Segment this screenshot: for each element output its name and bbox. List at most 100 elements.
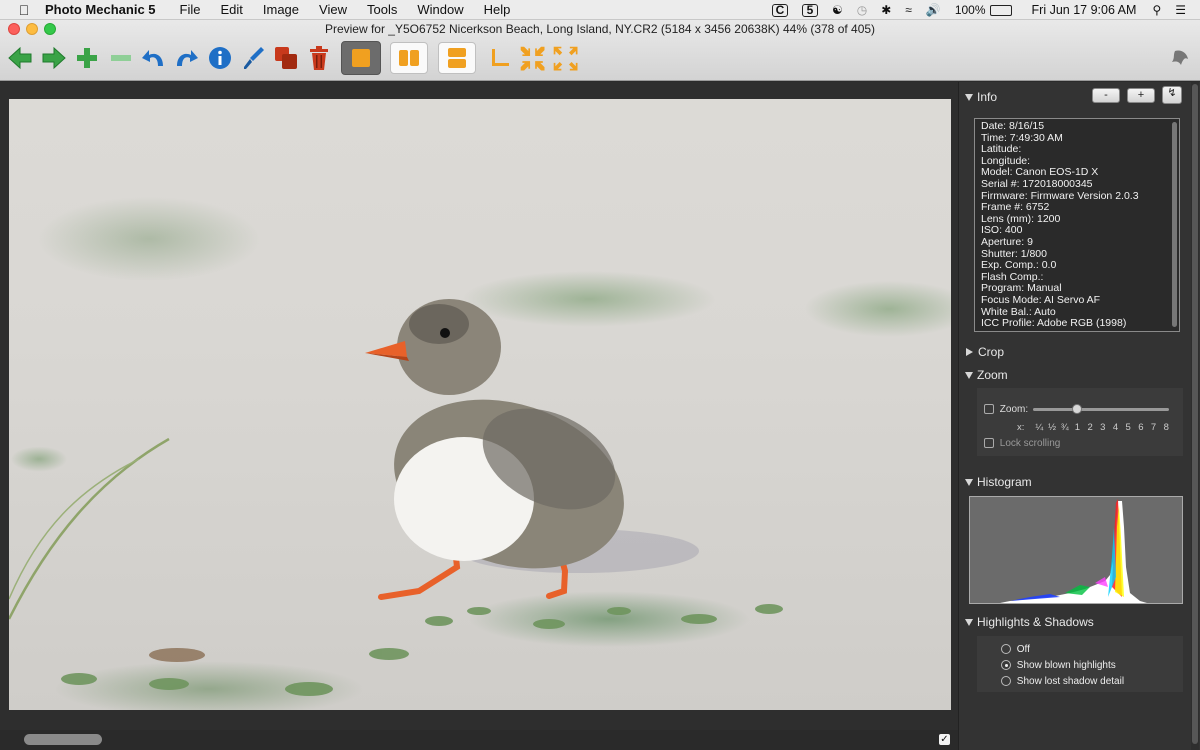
stacked-view-button[interactable]: [438, 42, 476, 74]
info-scrollbar[interactable]: [1172, 122, 1177, 327]
radio-lost-shadow[interactable]: [1001, 676, 1011, 687]
clock[interactable]: Fri Jun 17 9:06 AM: [1032, 3, 1137, 17]
menu-window[interactable]: Window: [417, 2, 463, 17]
info-quick-button[interactable]: ↯: [1162, 86, 1182, 104]
remove-button[interactable]: [105, 42, 137, 74]
apple-menu-icon[interactable]: : [17, 2, 31, 18]
info-section-toggle[interactable]: Info: [965, 90, 997, 104]
edit-button[interactable]: [237, 42, 269, 74]
zoom-scale-value: ¼: [1035, 422, 1044, 433]
radio-blown-highlights[interactable]: [1001, 660, 1011, 671]
menu-help[interactable]: Help: [484, 2, 511, 17]
zoom-checkbox[interactable]: [984, 404, 994, 415]
photo-mechanic-logo-icon: [1172, 50, 1188, 65]
prev-arrow-icon: [8, 46, 32, 70]
notification-center-icon[interactable]: ☰: [1175, 3, 1186, 17]
remove-icon: [111, 55, 131, 61]
info-metadata-box[interactable]: Date: 8/16/15 Time: 7:49:30 AM Latitude:…: [974, 118, 1180, 332]
rotate-left-icon: [142, 50, 163, 66]
window-title: Preview for _Y5O6752 Nicerkson Beach, Lo…: [324, 22, 876, 36]
crop-icon: [492, 49, 509, 66]
zoom-scale-value: ¾: [1060, 422, 1069, 433]
lock-scrolling-label: Lock scrolling: [999, 438, 1061, 449]
expand-button[interactable]: [549, 42, 581, 74]
battery-percent[interactable]: 100%: [955, 3, 986, 17]
disclosure-down-icon: [965, 371, 973, 379]
histogram-graph: [969, 496, 1183, 604]
menu-tools[interactable]: Tools: [367, 2, 397, 17]
shrink-button[interactable]: [516, 42, 548, 74]
bluetooth-icon[interactable]: ✱: [881, 3, 891, 17]
zoom-controls: Zoom: x: ¼ ½ ¾ 1 2 3 4 5 6 7 8 Lock scro…: [977, 388, 1183, 456]
highlight-option-label: Show blown highlights: [1016, 660, 1116, 671]
highlight-option-shadow[interactable]: Show lost shadow detail: [1001, 676, 1124, 687]
radio-off[interactable]: [1001, 644, 1011, 655]
time-machine-icon[interactable]: ◷: [857, 3, 867, 17]
crop-section-toggle[interactable]: Crop: [965, 345, 1004, 359]
zoom-section-title: Zoom: [977, 368, 1008, 382]
zoom-scale-value: 2: [1087, 422, 1093, 433]
highlights-section-toggle[interactable]: Highlights & Shadows: [965, 615, 1094, 629]
zoom-scale-value: 8: [1163, 422, 1169, 433]
menu-edit[interactable]: Edit: [220, 2, 242, 17]
info-line: Aperture: 9: [981, 235, 1033, 248]
zoom-scale-labels: x: ¼ ½ ¾ 1 2 3 4 5 6 7 8: [1017, 422, 1173, 433]
panel-scrollbar[interactable]: [1191, 82, 1199, 750]
disclosure-down-icon: [965, 618, 973, 626]
lock-scrolling-checkbox[interactable]: [984, 438, 994, 449]
info-section-title: Info: [977, 90, 998, 104]
highlight-option-off[interactable]: Off: [1001, 644, 1030, 655]
info-line: Exp. Comp.: 0.0: [981, 259, 1057, 272]
next-arrow-icon: [42, 46, 66, 70]
app-s-icon[interactable]: 5: [801, 3, 818, 17]
toolbar: [0, 39, 1200, 79]
menu-file[interactable]: File: [180, 2, 201, 17]
zoom-scale-value: 5: [1125, 422, 1131, 433]
creative-cloud-icon[interactable]: ☯: [832, 3, 843, 17]
menu-view[interactable]: View: [319, 2, 347, 17]
zoom-section-toggle[interactable]: Zoom: [965, 368, 1008, 382]
rotate-left-button[interactable]: [138, 42, 170, 74]
tag-checkbox[interactable]: ✓: [939, 734, 950, 745]
info-plus-button[interactable]: +: [1127, 88, 1155, 103]
next-photo-button[interactable]: [38, 42, 70, 74]
zoom-slider-track[interactable]: [1033, 404, 1169, 414]
zoom-slider-thumb[interactable]: [1072, 404, 1083, 414]
filmstrip-scroll-handle[interactable]: [24, 734, 102, 745]
clipboard-c-icon[interactable]: C: [771, 3, 788, 17]
crop-section-title: Crop: [978, 345, 1005, 359]
panel-scroll-thumb[interactable]: [1192, 84, 1198, 744]
delete-button[interactable]: [303, 42, 335, 74]
expand-icon: [553, 46, 578, 71]
highlight-option-label: Show lost shadow detail: [1016, 676, 1125, 687]
preview-photo[interactable]: [9, 99, 951, 710]
previous-photo-button[interactable]: [4, 42, 36, 74]
copy-button[interactable]: [270, 42, 302, 74]
menu-image[interactable]: Image: [263, 2, 299, 17]
spotlight-icon[interactable]: ⚲: [1152, 3, 1161, 17]
side-by-side-button[interactable]: [390, 42, 428, 74]
histogram-section-toggle[interactable]: Histogram: [965, 475, 1032, 489]
info-minus-button[interactable]: -: [1092, 88, 1120, 103]
crop-button[interactable]: [483, 42, 515, 74]
add-button[interactable]: [71, 42, 103, 74]
rotate-right-button[interactable]: [170, 42, 202, 74]
disclosure-right-icon: [966, 348, 973, 356]
info-line: Serial #: 172018000345: [981, 177, 1093, 190]
app-logo-button[interactable]: [1164, 42, 1196, 74]
menu-app-name[interactable]: Photo Mechanic 5: [45, 2, 156, 17]
highlights-options: Off Show blown highlights Show lost shad…: [977, 636, 1183, 692]
highlight-option-label: Off: [1016, 644, 1030, 655]
battery-icon[interactable]: [989, 4, 1012, 16]
trash-icon: [310, 46, 328, 70]
info-metadata-list: Date: 8/16/15 Time: 7:49:30 AM Latitude:…: [981, 120, 1169, 330]
zoom-scale-value: 3: [1100, 422, 1106, 433]
volume-icon[interactable]: 🔊: [926, 3, 941, 17]
wifi-icon[interactable]: ≈: [905, 3, 912, 17]
histogram-section-title: Histogram: [977, 475, 1032, 489]
info-line: Date: 8/16/15: [981, 120, 1045, 132]
info-button[interactable]: [204, 42, 236, 74]
highlight-option-blown[interactable]: Show blown highlights: [1001, 660, 1116, 671]
info-line: Focus Mode: AI Servo AF: [981, 293, 1101, 306]
single-view-button[interactable]: [341, 41, 381, 75]
